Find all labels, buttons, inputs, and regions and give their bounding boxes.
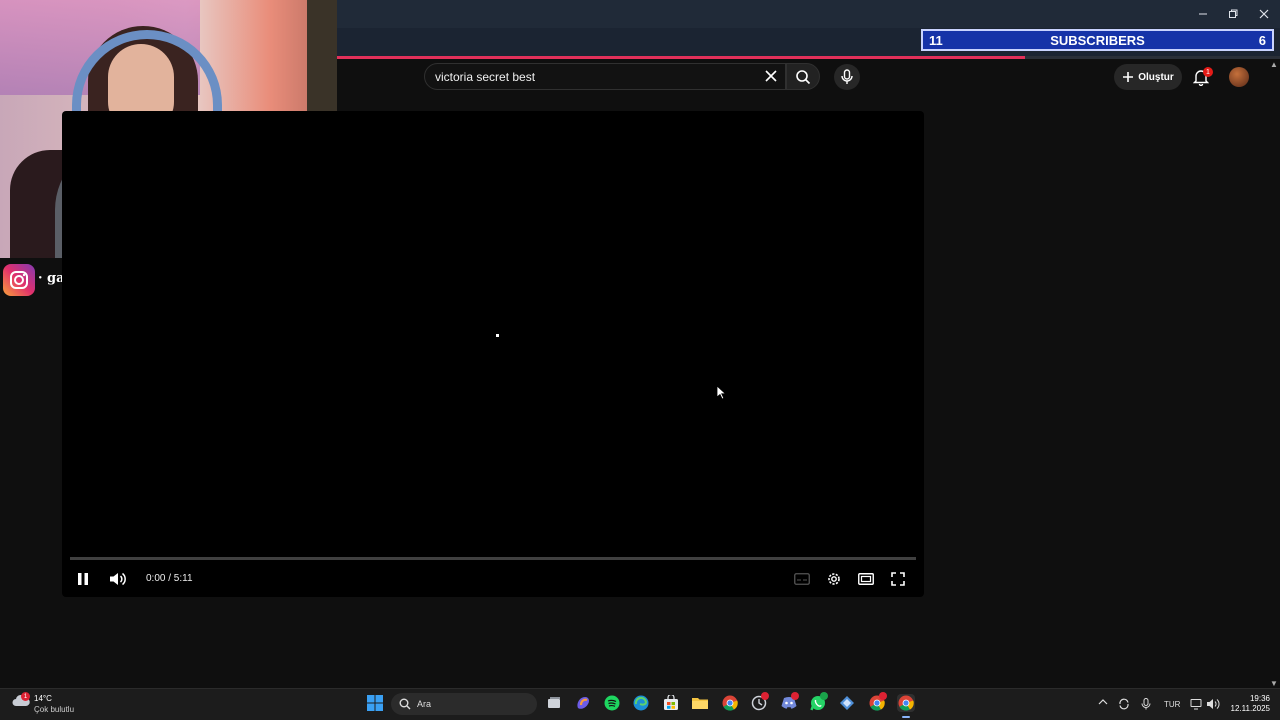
restore-icon[interactable] [1218, 0, 1248, 28]
pause-icon[interactable] [72, 568, 94, 590]
edge-icon[interactable] [632, 694, 650, 712]
task-view-icon[interactable] [545, 694, 563, 712]
taskbar-search-label: Ara [417, 699, 432, 709]
video-time: 0:00 / 5:11 [146, 573, 193, 584]
discord-notification-badge [791, 692, 799, 700]
scrollbar-down-arrow-icon[interactable]: ▼ [1270, 679, 1278, 688]
clock-time: 19:36 [1249, 694, 1270, 703]
subtitles-icon[interactable] [791, 568, 813, 590]
search-icon [399, 698, 411, 710]
minimize-icon[interactable] [1188, 0, 1218, 28]
taskbar-clock[interactable]: 19:36 12.11.2025 [1228, 694, 1270, 714]
page-load-progress [337, 56, 1026, 59]
subscriber-counter-overlay: 11 SUBSCRIBERS 6 [921, 29, 1274, 51]
weather-temperature: 14°C [34, 694, 52, 703]
search-button[interactable] [786, 63, 820, 90]
copilot-icon[interactable] [574, 694, 592, 712]
volume-icon[interactable] [1206, 698, 1220, 712]
account-avatar[interactable] [1229, 67, 1249, 87]
notification-badge: 1 [1203, 67, 1213, 77]
video-player[interactable] [62, 111, 924, 597]
chrome-icon[interactable] [897, 694, 915, 712]
settings-icon[interactable] [823, 568, 845, 590]
chrome-notification-badge [879, 692, 887, 700]
theater-mode-icon[interactable] [855, 568, 877, 590]
weather-condition: Çok bulutlu [34, 705, 75, 714]
store-icon[interactable] [662, 694, 680, 712]
scrollbar-up-arrow-icon[interactable]: ▲ [1270, 60, 1278, 69]
plus-icon [1123, 72, 1134, 82]
create-label: Oluştur [1138, 71, 1174, 83]
fullscreen-icon[interactable] [887, 568, 909, 590]
windows-start-icon[interactable] [366, 694, 384, 712]
chrome-icon[interactable] [721, 694, 739, 712]
active-app-indicator [902, 716, 910, 718]
search-icon [796, 69, 811, 84]
weather-alert-badge: 1 [21, 692, 30, 701]
clock-date: 12.11.2025 [1230, 704, 1270, 713]
volume-icon[interactable] [107, 568, 129, 590]
spotify-icon[interactable] [603, 694, 621, 712]
mouse-cursor-icon [716, 385, 727, 405]
loading-spinner-icon [496, 334, 499, 337]
subscriber-label: SUBSCRIBERS [1050, 32, 1145, 48]
network-icon[interactable] [1190, 698, 1202, 712]
whatsapp-notification-badge [820, 692, 828, 700]
video-progress-bar[interactable] [70, 557, 916, 560]
microphone-icon [841, 69, 853, 84]
instagram-icon [3, 264, 35, 296]
file-explorer-icon[interactable] [691, 694, 709, 712]
language-indicator[interactable]: TUR [1164, 700, 1180, 709]
close-icon[interactable] [1249, 0, 1279, 28]
app-icon[interactable] [838, 694, 856, 712]
app-notification-badge [761, 692, 769, 700]
microphone-icon[interactable] [1141, 698, 1151, 712]
show-hidden-icons-chevron-icon[interactable] [1098, 698, 1108, 708]
subscriber-count-right: 6 [1258, 32, 1266, 48]
voice-search-button[interactable] [834, 64, 860, 90]
create-button[interactable]: Oluştur [1114, 64, 1182, 90]
search-query-text: victoria secret best [435, 70, 536, 84]
sync-icon[interactable] [1118, 698, 1130, 712]
search-input[interactable]: victoria secret best [424, 63, 786, 90]
taskbar-search[interactable]: Ara [391, 693, 537, 715]
clear-search-icon[interactable] [761, 66, 781, 86]
